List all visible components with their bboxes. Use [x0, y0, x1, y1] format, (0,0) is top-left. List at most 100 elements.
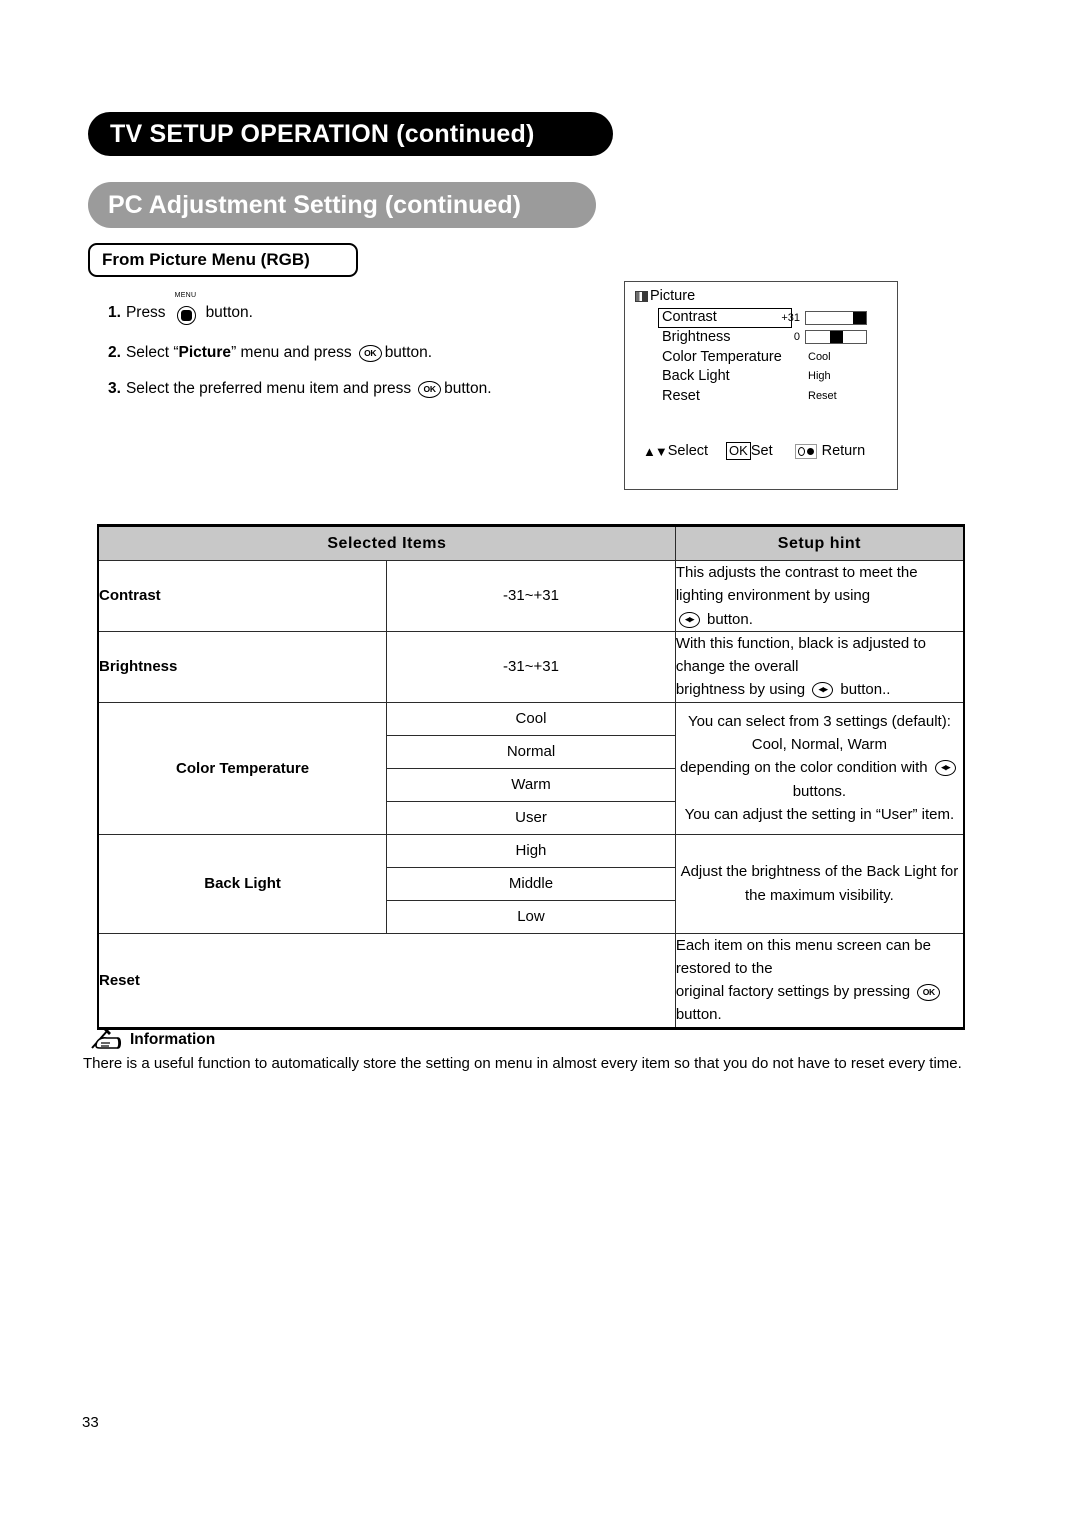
- step-3-number: 3.: [108, 380, 121, 397]
- step-1-text-before: Press: [125, 304, 166, 321]
- row-contrast-item: Contrast: [97, 560, 388, 632]
- table-row: Contrast -31~+31 This adjusts the contra…: [97, 560, 965, 632]
- ok-button-icon: OK: [418, 380, 442, 398]
- osd-row-reset-label: Reset: [662, 387, 700, 404]
- row-color-temperature-value-normal: Normal: [386, 734, 676, 769]
- row-reset-item: Reset: [96, 932, 676, 1030]
- osd-row-color-temperature-label: Color Temperature: [662, 348, 782, 365]
- row-contrast-hint-line-1: This adjusts the contrast to meet the li…: [675, 564, 918, 605]
- table-row: Back Light High Adjust the brightness of…: [97, 833, 965, 934]
- osd-row-brightness-bar[interactable]: [805, 330, 867, 345]
- osd-row-back-light[interactable]: Back Light High: [662, 367, 892, 387]
- row-brightness-hint-line-2-before: brightness by using: [675, 681, 806, 699]
- osd-footer-return-label: Return: [821, 443, 866, 459]
- row-color-temperature-value-cool: Cool: [386, 701, 676, 736]
- osd-footer-set-label: Set: [750, 443, 773, 459]
- osd-row-contrast-bar[interactable]: [805, 310, 867, 325]
- page-number: 33: [82, 1414, 99, 1431]
- osd-row-reset[interactable]: Reset Reset: [662, 386, 892, 406]
- step-3-text-before: Select the preferred menu item and press: [125, 380, 412, 397]
- osd-row-back-light-value: High: [808, 370, 831, 383]
- chapter-banner-label: TV SETUP OPERATION (continued): [110, 119, 535, 148]
- information-heading-label: Information: [130, 1031, 216, 1048]
- row-contrast-hint-line-2: button.: [676, 608, 963, 631]
- row-color-temperature-hint-line-3: You can adjust the setting in “User” ite…: [684, 805, 955, 823]
- return-button-icon: [794, 443, 817, 459]
- osd-row-contrast-label: Contrast: [658, 307, 792, 328]
- osd-row-contrast[interactable]: Contrast +31: [658, 307, 892, 328]
- step-3-text-after: button.: [444, 380, 492, 397]
- menu-button-inner-square: [180, 310, 192, 321]
- step-1: 1. Press MENU button.: [108, 292, 608, 326]
- osd-picture-menu: Picture Contrast +31 Brightness 0 Color …: [624, 281, 898, 490]
- osd-row-brightness-value: 0: [793, 331, 800, 344]
- step-2-text-before: Select “: [125, 344, 179, 361]
- up-down-arrow-icon: ▲▼: [643, 443, 668, 459]
- row-color-temperature-value-warm: Warm: [386, 767, 676, 802]
- osd-row-back-light-label: Back Light: [662, 368, 730, 385]
- osd-row-color-temperature[interactable]: Color Temperature Cool: [662, 347, 892, 367]
- row-brightness-hint: With this function, black is adjusted to…: [674, 630, 965, 703]
- subsection-banner-label: From Picture Menu (RGB): [102, 250, 310, 269]
- osd-row-brightness-bar-knob: [830, 331, 843, 344]
- step-1-text-after: button.: [205, 304, 253, 321]
- left-right-button-icon: [934, 760, 956, 777]
- row-contrast-value: -31~+31: [386, 560, 676, 632]
- steps-list: 1. Press MENU button. 2. Select “ Pictur…: [108, 292, 608, 416]
- row-back-light-item: Back Light: [97, 833, 388, 934]
- row-reset-hint-line-2-before: original factory settings by pressing: [675, 983, 911, 1000]
- row-color-temperature-hint-line-2-after: buttons.: [792, 782, 847, 800]
- row-color-temperature-hint: You can select from 3 settings (default)…: [674, 701, 965, 835]
- row-color-temperature-item: Color Temperature: [97, 701, 388, 835]
- osd-footer: ▲▼ Select OK Set Return: [643, 442, 865, 460]
- hand-writing-icon: [88, 1026, 126, 1054]
- picture-menu-icon: [635, 290, 648, 302]
- row-reset-hint-line-2-after: button.: [675, 1006, 722, 1024]
- table-header-row: Selected Items Setup hint: [96, 524, 965, 561]
- row-reset-hint-line-1: Each item on this menu screen can be res…: [675, 936, 931, 977]
- step-1-number: 1.: [108, 304, 121, 321]
- row-brightness-item: Brightness: [97, 630, 388, 703]
- osd-footer-select-label: Select: [667, 443, 709, 459]
- step-3: 3. Select the preferred menu item and pr…: [108, 380, 608, 398]
- osd-row-contrast-value: +31: [781, 311, 800, 324]
- osd-row-list: Contrast +31 Brightness 0 Color Temperat…: [658, 307, 892, 406]
- step-2-number: 2.: [108, 344, 121, 361]
- row-back-light-hint: Adjust the brightness of the Back Light …: [674, 833, 965, 934]
- row-reset-hint: Each item on this menu screen can be res…: [674, 932, 965, 1030]
- row-brightness-value: -31~+31: [386, 630, 676, 703]
- osd-row-color-temperature-value: Cool: [808, 350, 831, 363]
- row-back-light-value-low: Low: [386, 899, 676, 934]
- step-2: 2. Select “ Picture ” menu and press OK …: [108, 344, 608, 362]
- table-row: Reset Each item on this menu screen can …: [96, 932, 965, 1030]
- osd-row-reset-value: Reset: [808, 389, 837, 402]
- settings-table-body: Contrast -31~+31 This adjusts the contra…: [96, 560, 965, 1030]
- ok-button-icon: OK: [917, 983, 941, 1001]
- section-banner: PC Adjustment Setting (continued): [88, 182, 596, 228]
- osd-row-brightness[interactable]: Brightness 0: [662, 328, 892, 348]
- row-contrast-hint: This adjusts the contrast to meet the li…: [674, 560, 965, 632]
- menu-button-icon-label: MENU: [174, 292, 197, 299]
- row-brightness-hint-line-2: brightness by using button..: [676, 678, 963, 701]
- step-2-text-after: button.: [384, 344, 433, 361]
- row-color-temperature-hint-line-1: You can select from 3 settings (default)…: [687, 712, 951, 754]
- table-header-selected-items: Selected Items: [96, 524, 676, 561]
- row-color-temperature-hint-line-2-before: depending on the color condition with: [679, 759, 928, 777]
- row-color-temperature-hint-line-2: depending on the color condition with bu…: [676, 756, 963, 803]
- ok-button-icon: OK: [358, 344, 382, 362]
- information-heading: Information: [88, 1026, 215, 1054]
- information-body: There is a useful function to automatica…: [83, 1055, 962, 1072]
- step-2-emphasis: Picture: [178, 344, 232, 361]
- section-banner-label: PC Adjustment Setting (continued): [108, 190, 521, 219]
- osd-ok-key-icon: OK: [726, 442, 751, 460]
- chapter-banner: TV SETUP OPERATION (continued): [88, 112, 613, 156]
- left-right-button-icon: [678, 611, 700, 628]
- row-brightness-hint-line-1: With this function, black is adjusted to…: [675, 634, 926, 675]
- step-2-text-middle: ” menu and press: [231, 344, 352, 361]
- row-brightness-hint-line-2-after: button..: [840, 681, 891, 699]
- osd-row-contrast-bar-knob: [853, 311, 866, 324]
- osd-title-label: Picture: [650, 288, 696, 304]
- row-contrast-hint-line-2-after: button.: [706, 610, 753, 628]
- settings-table-head: Selected Items Setup hint: [96, 524, 965, 561]
- row-reset-hint-line-2: original factory settings by pressing OK…: [676, 980, 963, 1027]
